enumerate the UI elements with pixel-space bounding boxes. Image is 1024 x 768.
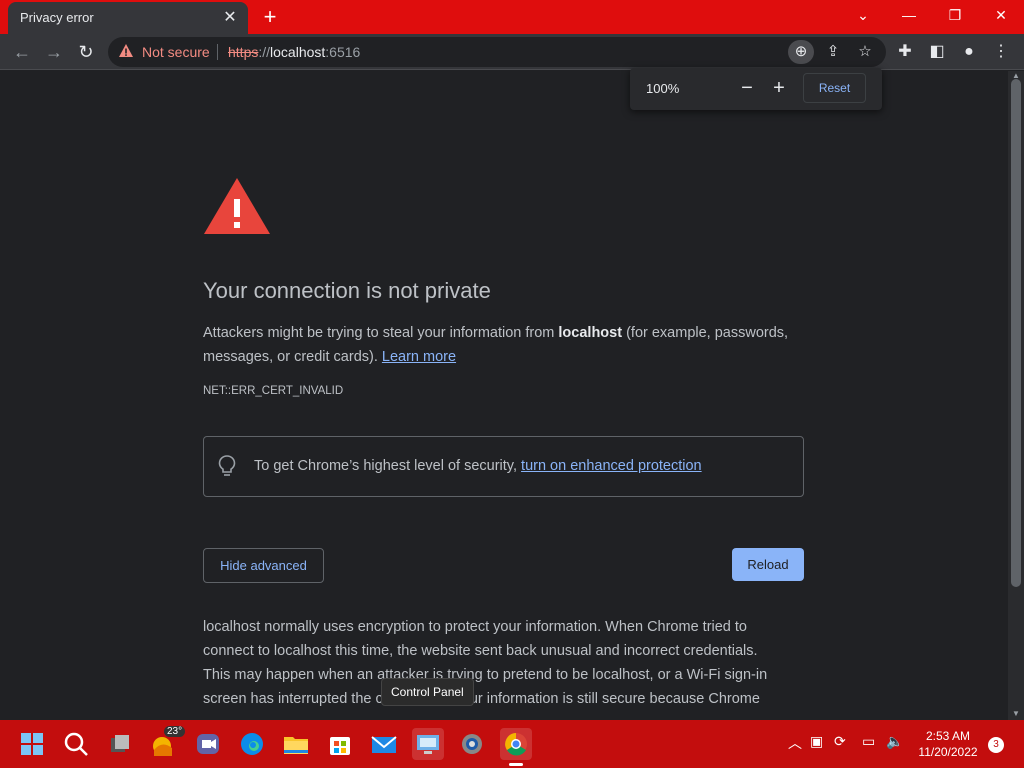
forward-button[interactable]: → [40, 38, 68, 66]
weather-temp: 23° [164, 726, 186, 737]
edge-icon[interactable] [236, 728, 268, 760]
tab-close-icon[interactable]: ✕ [220, 8, 240, 28]
tip-prefix: To get Chrome’s highest level of securit… [254, 458, 522, 474]
zoom-level: 100% [646, 81, 680, 96]
teams-chat-icon[interactable] [192, 728, 224, 760]
reload-icon[interactable]: ↻ [72, 38, 100, 66]
tab-privacy-error[interactable]: Privacy error ✕ [8, 2, 248, 34]
tab-search-icon[interactable]: ⌄ [840, 0, 886, 34]
zoom-icon[interactable]: ⊕ [788, 40, 814, 64]
address-bar[interactable]: Not secure https://localhost:6516 ⊕ ⇪ ☆ [108, 37, 886, 67]
error-code: NET::ERR_CERT_INVALID [203, 385, 344, 397]
start-windows-icon[interactable] [16, 728, 48, 760]
extensions-icon[interactable]: ✚ [892, 39, 918, 65]
zoom-out-button[interactable]: − [736, 76, 758, 100]
control-panel-tooltip: Control Panel [381, 678, 474, 706]
restore-button[interactable]: ❐ [932, 0, 978, 34]
error-warning-icon [203, 177, 271, 240]
file-explorer-icon[interactable] [280, 728, 312, 760]
security-tip-box: To get Chrome’s highest level of securit… [203, 436, 804, 497]
search-icon[interactable] [60, 728, 92, 760]
network-icon[interactable]: ▭ [862, 733, 875, 750]
taskbar-clock[interactable]: 2:53 AM 11/20/2022 [912, 728, 984, 760]
enhanced-protection-link[interactable]: turn on enhanced protection [521, 458, 702, 474]
url-port: :6516 [325, 44, 361, 60]
notification-count-badge[interactable]: 3 [988, 737, 1004, 753]
new-tab-button[interactable]: + [258, 5, 282, 29]
address-divider [217, 44, 218, 60]
microsoft-store-icon[interactable] [324, 728, 356, 760]
url-text[interactable]: https://localhost:6516 [228, 44, 360, 60]
zoom-reset-button[interactable]: Reset [803, 73, 866, 103]
minimize-button[interactable]: — [886, 0, 932, 34]
learn-more-link[interactable]: Learn more [382, 349, 456, 365]
scrollbar-thumb[interactable] [1011, 79, 1021, 587]
page-content: Your connection is not private Attackers… [0, 71, 1008, 720]
settings-gear-icon[interactable] [456, 728, 488, 760]
share-icon[interactable]: ⇪ [820, 40, 846, 64]
tray-app-icon[interactable]: ▣ [810, 733, 823, 750]
volume-icon[interactable]: 🔈 [886, 733, 903, 750]
security-tip-text: To get Chrome’s highest level of securit… [254, 458, 702, 474]
mail-icon[interactable] [368, 728, 400, 760]
url-host: localhost [270, 44, 326, 60]
profile-icon[interactable]: ● [956, 39, 982, 65]
zoom-popup: 100% − + Reset [630, 68, 882, 110]
page-title: Your connection is not private [203, 278, 491, 303]
error-description: Attackers might be trying to steal your … [203, 321, 803, 369]
zoom-in-button[interactable]: + [768, 76, 790, 100]
task-view-icon[interactable] [104, 728, 136, 760]
advanced-details: localhost normally uses encryption to pr… [203, 615, 803, 711]
control-panel-icon[interactable] [412, 728, 444, 760]
details-line: screen has interrupted the connection. Y… [203, 691, 760, 707]
hide-advanced-button[interactable]: Hide advanced [203, 548, 324, 583]
clock-time: 2:53 AM [925, 729, 971, 743]
scroll-down-icon[interactable]: ▼ [1012, 709, 1020, 718]
warning-triangle-icon[interactable] [118, 43, 134, 64]
show-hidden-icons-chevron-icon[interactable]: ︿ [788, 733, 802, 753]
reload-button[interactable]: Reload [732, 548, 804, 581]
close-window-button[interactable]: ✕ [978, 0, 1024, 34]
menu-icon[interactable]: ⋮ [988, 39, 1014, 65]
details-line: connect to localhost this time, the webs… [203, 643, 758, 659]
weather-icon[interactable]: 23° [148, 726, 186, 760]
active-app-indicator [509, 763, 523, 766]
description-host: localhost [558, 325, 623, 341]
clock-date: 11/20/2022 [918, 745, 978, 759]
taskbar: 23° ︿ ▣ ⟳ ▭ 🔈 2:53 AM 11/20/2022 [0, 720, 1024, 768]
toolbar: ← → ↻ Not secure https://localhost:6516 … [0, 34, 1024, 70]
description-prefix: Attackers might be trying to steal your … [203, 325, 559, 341]
page-scrollbar[interactable]: ▲ ▼ [1008, 71, 1024, 720]
side-panel-icon[interactable]: ◧ [924, 39, 950, 65]
not-secure-label[interactable]: Not secure [142, 44, 210, 60]
details-line: This may happen when an attacker is tryi… [203, 667, 768, 683]
back-button[interactable]: ← [8, 38, 36, 66]
url-separator: :// [258, 44, 271, 60]
details-line: localhost normally uses encryption to pr… [203, 619, 747, 635]
url-scheme: https [228, 44, 259, 60]
chrome-icon[interactable] [500, 728, 532, 766]
tab-strip: Privacy error ✕ + ⌄ — ❐ ✕ [0, 0, 1024, 34]
lightbulb-icon [218, 455, 236, 482]
tab-title: Privacy error [20, 10, 94, 25]
bookmark-star-icon[interactable]: ☆ [852, 40, 878, 64]
sync-icon[interactable]: ⟳ [834, 733, 846, 750]
